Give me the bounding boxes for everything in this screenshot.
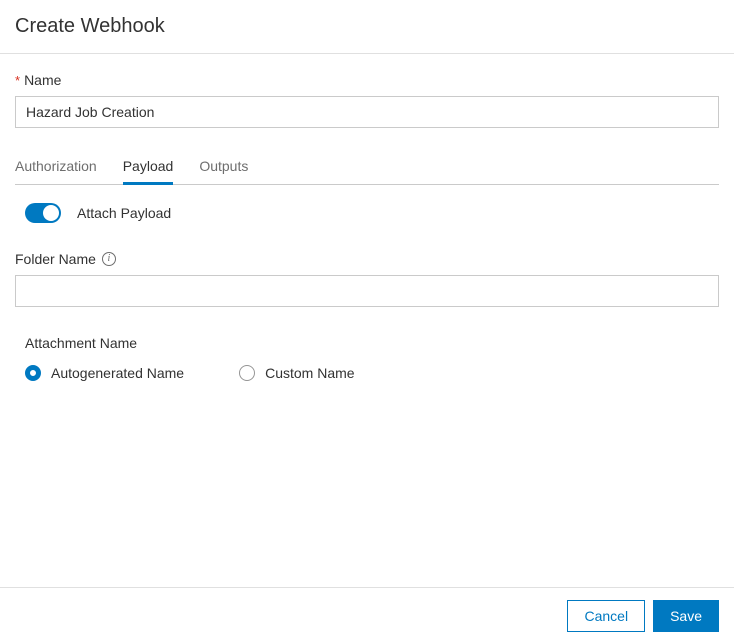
name-field-label: * Name xyxy=(15,72,719,88)
name-input[interactable] xyxy=(15,96,719,128)
radio-button-custom xyxy=(239,365,255,381)
save-button[interactable]: Save xyxy=(653,600,719,632)
radio-autogenerated[interactable]: Autogenerated Name xyxy=(25,365,184,381)
form-content: * Name Authorization Payload Outputs Att… xyxy=(0,54,734,587)
dialog-header: Create Webhook xyxy=(0,0,734,53)
attach-payload-row: Attach Payload xyxy=(15,203,719,223)
attachment-name-radio-group: Autogenerated Name Custom Name xyxy=(25,365,719,381)
page-title: Create Webhook xyxy=(15,15,719,38)
name-label-text: Name xyxy=(24,72,61,88)
tab-bar: Authorization Payload Outputs xyxy=(15,150,719,185)
tab-authorization[interactable]: Authorization xyxy=(15,150,97,185)
tab-outputs[interactable]: Outputs xyxy=(199,150,248,185)
attach-payload-label: Attach Payload xyxy=(77,205,171,221)
cancel-button[interactable]: Cancel xyxy=(567,600,645,632)
folder-name-input[interactable] xyxy=(15,275,719,307)
folder-name-label-row: Folder Name i xyxy=(15,251,719,267)
info-icon[interactable]: i xyxy=(102,252,116,266)
attachment-name-section: Attachment Name Autogenerated Name Custo… xyxy=(15,335,719,381)
dialog-footer: Cancel Save xyxy=(0,587,734,644)
radio-button-autogenerated xyxy=(25,365,41,381)
attachment-name-label: Attachment Name xyxy=(25,335,719,351)
required-asterisk: * xyxy=(15,73,20,88)
radio-autogenerated-label: Autogenerated Name xyxy=(51,365,184,381)
tab-payload-content: Attach Payload Folder Name i Attachment … xyxy=(15,185,719,381)
toggle-knob xyxy=(43,205,59,221)
folder-name-label: Folder Name xyxy=(15,251,96,267)
radio-custom-label: Custom Name xyxy=(265,365,354,381)
radio-custom[interactable]: Custom Name xyxy=(239,365,354,381)
attach-payload-toggle[interactable] xyxy=(25,203,61,223)
tab-payload[interactable]: Payload xyxy=(123,150,174,185)
